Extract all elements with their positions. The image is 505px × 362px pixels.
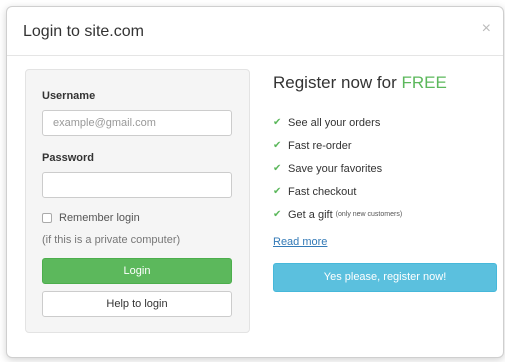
benefit-item: ✔ See all your orders bbox=[273, 111, 499, 134]
login-button[interactable]: Login bbox=[42, 258, 232, 284]
check-icon: ✔ bbox=[273, 209, 282, 220]
read-more-link[interactable]: Read more bbox=[273, 236, 327, 248]
modal-title: Login to site.com bbox=[23, 23, 144, 40]
remember-login-checkbox[interactable] bbox=[42, 213, 52, 223]
register-heading: Register now for FREE bbox=[273, 73, 499, 93]
remember-login-label: Remember login bbox=[59, 212, 140, 224]
register-button[interactable]: Yes please, register now! bbox=[273, 263, 497, 292]
register-heading-free: FREE bbox=[401, 73, 447, 92]
benefit-text: Fast re-order bbox=[288, 139, 352, 152]
help-login-button[interactable]: Help to login bbox=[42, 291, 232, 317]
benefit-text: Get a gift bbox=[288, 208, 333, 221]
register-panel: Register now for FREE ✔ See all your ord… bbox=[273, 69, 499, 292]
check-icon: ✔ bbox=[273, 186, 282, 197]
username-label: Username bbox=[42, 90, 96, 102]
close-icon[interactable]: × bbox=[482, 21, 491, 37]
login-panel: Username Password Remember login (if thi… bbox=[25, 69, 250, 333]
benefit-item: ✔ Fast re-order bbox=[273, 134, 499, 157]
remember-login-row[interactable]: Remember login bbox=[42, 212, 140, 224]
benefit-item: ✔ Save your favorites bbox=[273, 157, 499, 180]
password-input[interactable] bbox=[42, 172, 232, 198]
check-icon: ✔ bbox=[273, 163, 282, 174]
benefit-note: (only new customers) bbox=[335, 211, 403, 218]
benefit-text: Save your favorites bbox=[288, 162, 383, 175]
benefit-item: ✔ Get a gift (only new customers) bbox=[273, 203, 499, 226]
modal-header: Login to site.com × bbox=[7, 7, 503, 56]
benefits-list: ✔ See all your orders ✔ Fast re-order ✔ … bbox=[273, 111, 499, 226]
remember-login-hint: (if this is a private computer) bbox=[42, 234, 181, 246]
check-icon: ✔ bbox=[273, 140, 282, 151]
login-modal: Login to site.com × Username Password Re… bbox=[6, 6, 504, 358]
password-label: Password bbox=[42, 152, 94, 164]
benefit-text: See all your orders bbox=[288, 116, 381, 129]
benefit-item: ✔ Fast checkout bbox=[273, 180, 499, 203]
benefit-text: Fast checkout bbox=[288, 185, 357, 198]
register-heading-text: Register now for bbox=[273, 73, 402, 92]
username-input[interactable] bbox=[42, 110, 232, 136]
check-icon: ✔ bbox=[273, 117, 282, 128]
